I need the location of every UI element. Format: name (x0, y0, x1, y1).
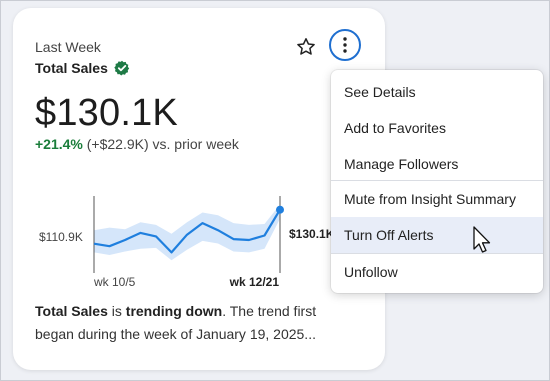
menu-item-label: Add to Favorites (344, 120, 446, 136)
chart-end-value-label: $130.1K (289, 227, 335, 241)
menu-item-label: Turn Off Alerts (344, 227, 434, 243)
change-percent: +21.4% (35, 136, 83, 152)
metric-title-row: Total Sales (35, 60, 130, 76)
menu-item-manage-followers[interactable]: Manage Followers (331, 146, 543, 182)
metric-title: Total Sales (35, 60, 108, 76)
menu-item-mute-from-insight-summary[interactable]: Mute from Insight Summary (331, 181, 543, 217)
menu-item-turn-off-alerts[interactable]: Turn Off Alerts (331, 217, 543, 253)
menu-item-unfollow[interactable]: Unfollow (331, 254, 543, 290)
verified-check-icon (114, 60, 130, 76)
favorite-star-button[interactable] (293, 34, 319, 60)
chart-end-point (276, 205, 284, 214)
chart-range-band (94, 204, 280, 261)
menu-item-see-details[interactable]: See Details (331, 74, 543, 110)
more-options-button[interactable] (329, 29, 361, 61)
star-icon (297, 38, 315, 55)
menu-item-label: See Details (344, 84, 416, 100)
menu-item-label: Unfollow (344, 264, 398, 280)
trend-sparkline-chart: $110.9K $130.1K wk 10/5 wk 12/21 (39, 196, 335, 288)
more-options-menu: See Details Add to Favorites Manage Foll… (331, 70, 543, 293)
more-vertical-icon (343, 37, 347, 53)
insight-card: Last Week Total Sales $130.1K +21.4% (+$… (13, 8, 385, 370)
period-label: Last Week (35, 39, 101, 55)
change-detail: (+$22.9K) vs. prior week (86, 136, 239, 152)
chart-x-label-end: wk 12/21 (229, 275, 280, 288)
menu-item-label: Manage Followers (344, 156, 459, 172)
metric-value: $130.1K (35, 92, 178, 134)
trend-summary-text: Total Sales is trending down. The trend … (35, 300, 335, 346)
summary-connector: is (107, 303, 126, 319)
menu-item-label: Mute from Insight Summary (344, 191, 516, 207)
change-row: +21.4% (+$22.9K) vs. prior week (35, 136, 239, 152)
chart-start-value-label: $110.9K (39, 230, 83, 244)
summary-metric: Total Sales (35, 303, 108, 319)
summary-trend: trending down (125, 303, 223, 319)
chart-x-label-start: wk 10/5 (93, 275, 136, 288)
mouse-pointer-icon (473, 226, 491, 253)
menu-item-add-to-favorites[interactable]: Add to Favorites (331, 110, 543, 146)
